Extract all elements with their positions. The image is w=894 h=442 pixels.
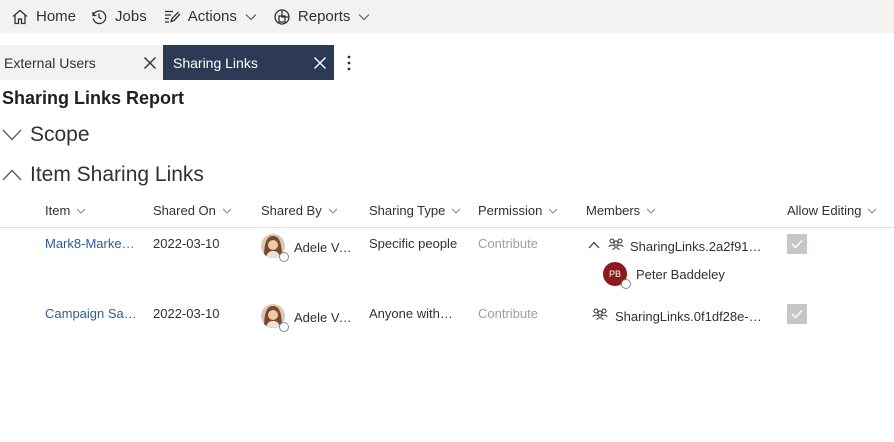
top-navigation: Home Jobs Actions Reports [0, 0, 894, 33]
column-header-shared-by[interactable]: Shared By [261, 203, 338, 218]
nav-home-label: Home [36, 8, 77, 25]
shared-on-value: 2022-03-10 [153, 306, 220, 321]
column-header-shared-on[interactable]: Shared On [153, 203, 232, 218]
chevron-down-icon [222, 208, 232, 214]
column-header-permission[interactable]: Permission [478, 203, 558, 218]
item-link[interactable]: Mark8-Marketing Campaign [45, 236, 137, 251]
tab-external-users-label: External Users [4, 54, 96, 71]
chevron-down-icon [2, 129, 22, 141]
chevron-up-icon [2, 169, 22, 181]
nav-home[interactable]: Home [11, 0, 76, 33]
history-icon [92, 9, 107, 24]
presence-indicator [279, 322, 289, 332]
section-scope-toggle[interactable]: Scope [0, 123, 90, 147]
section-item-sharing-links-toggle[interactable]: Item Sharing Links [0, 163, 204, 187]
close-icon[interactable] [311, 54, 329, 72]
table-header: Item Shared On Shared By Sharing Type Pe… [0, 196, 894, 228]
report-tabs: External Users Sharing Links [0, 45, 364, 80]
checkmark-icon [791, 310, 803, 319]
column-header-label: Sharing Type [369, 203, 446, 218]
allow-editing-checkbox[interactable] [787, 234, 807, 254]
column-header-label: Shared On [153, 203, 216, 218]
page-title: Sharing Links Report [2, 88, 185, 108]
checkmark-icon [791, 240, 803, 249]
sharing-links-table: Item Shared On Shared By Sharing Type Pe… [0, 196, 894, 332]
reports-icon [274, 8, 290, 25]
more-vertical-icon [347, 55, 351, 70]
presence-indicator [621, 279, 631, 289]
table-row[interactable]: Campaign Sales Data 2022-03-10 Adele Van… [0, 294, 894, 338]
permission-value: Contribute [478, 306, 538, 321]
nav-reports[interactable]: Reports [273, 0, 371, 33]
table-row[interactable]: Mark8-Marketing Campaign 2022-03-10 Adel… [0, 228, 894, 294]
permission-value: Contribute [478, 236, 538, 251]
shared-by-name: Adele Vance [294, 310, 352, 325]
actions-icon [164, 10, 181, 23]
sharing-type-value: Anyone with the link [369, 306, 455, 321]
column-header-label: Shared By [261, 203, 322, 218]
group-icon [608, 238, 624, 251]
member-group-name[interactable]: SharingLinks.0f1df28e-1ef… [615, 309, 765, 324]
shared-by-name: Adele Vance [294, 240, 352, 255]
nav-reports-label: Reports [297, 8, 351, 25]
close-icon[interactable] [141, 54, 159, 72]
column-header-label: Item [45, 203, 71, 218]
member-group-name[interactable]: SharingLinks.2a2f919f-… [630, 239, 765, 254]
section-scope-label: Scope [30, 123, 90, 146]
chevron-down-icon [245, 13, 257, 20]
chevron-down-icon [328, 208, 338, 214]
presence-indicator [279, 252, 289, 262]
column-header-item[interactable]: Item [45, 203, 86, 218]
nav-jobs[interactable]: Jobs [90, 0, 147, 33]
nav-actions-label: Actions [187, 8, 237, 25]
chevron-down-icon [868, 208, 877, 214]
column-header-allow-editing[interactable]: Allow Editing [787, 203, 877, 218]
shared-on-value: 2022-03-10 [153, 236, 220, 251]
tab-sharing-links-label: Sharing Links [173, 54, 258, 71]
group-icon [592, 308, 608, 321]
avatar-initials: PB [608, 269, 621, 279]
more-options-button[interactable] [334, 45, 364, 80]
column-header-sharing-type[interactable]: Sharing Type [369, 203, 461, 218]
chevron-up-icon[interactable] [588, 241, 600, 249]
tab-external-users[interactable]: External Users [0, 45, 163, 80]
item-link[interactable]: Campaign Sales Data [45, 306, 137, 321]
chevron-down-icon [451, 208, 461, 214]
chevron-down-icon [548, 208, 558, 214]
chevron-down-icon [359, 13, 370, 20]
column-header-label: Members [586, 203, 641, 218]
nav-jobs-label: Jobs [115, 8, 147, 25]
column-header-members[interactable]: Members [586, 203, 656, 218]
member-person-name: Peter Baddeley [636, 267, 725, 282]
column-header-label: Allow Editing [787, 203, 862, 218]
section-item-sharing-links-label: Item Sharing Links [30, 163, 204, 186]
nav-actions[interactable]: Actions [163, 0, 257, 33]
chevron-down-icon [76, 208, 86, 214]
allow-editing-checkbox[interactable] [787, 304, 807, 324]
sharing-type-value: Specific people [369, 236, 458, 251]
chevron-down-icon [646, 208, 656, 214]
tab-sharing-links[interactable]: Sharing Links [163, 45, 334, 80]
column-header-label: Permission [478, 203, 543, 218]
home-icon [12, 9, 28, 24]
